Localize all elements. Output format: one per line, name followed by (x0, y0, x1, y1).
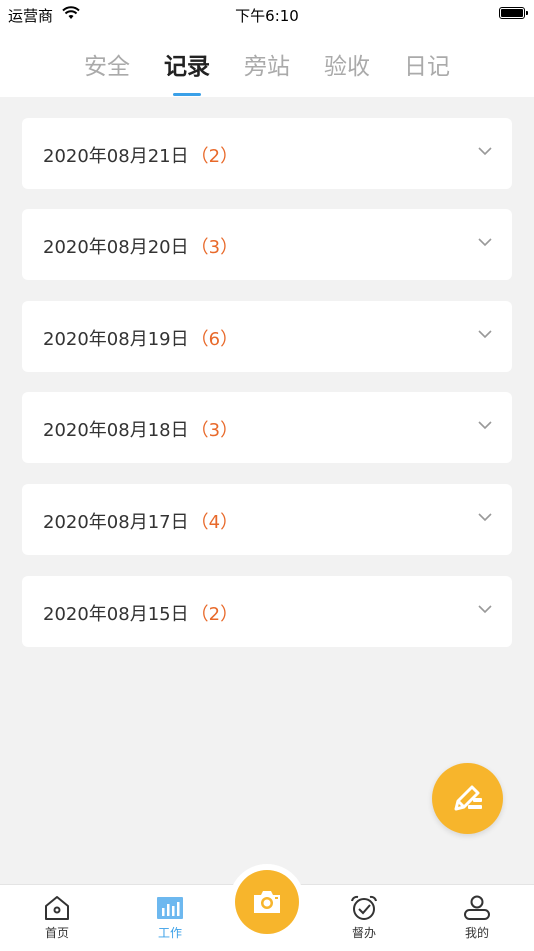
battery-icon (499, 7, 528, 19)
tab-acceptance[interactable]: 验收 (317, 47, 377, 81)
record-date-wrap: 2020年08月21日 （2） (43, 142, 238, 168)
list-item[interactable]: 2020年08月17日 （4） (22, 484, 512, 555)
chevron-down-icon (478, 147, 492, 156)
tab-safety[interactable]: 安全 (77, 47, 137, 81)
chevron-down-icon (478, 330, 492, 339)
tabbar-home[interactable]: 首页 (17, 895, 97, 941)
tab-side-station[interactable]: 旁站 (237, 47, 297, 81)
clock: 下午6:10 (235, 7, 299, 25)
chevron-down-icon (478, 513, 492, 522)
record-count: （6） (190, 329, 239, 350)
tabbar-work-label: 工作 (157, 926, 182, 940)
tabbar-work[interactable]: 工作 (130, 895, 210, 941)
tabbar-mine[interactable]: 我的 (437, 895, 517, 941)
tabbar-supervise[interactable]: 督办 (324, 895, 404, 941)
list-item[interactable]: 2020年08月19日 （6） (22, 301, 512, 372)
record-date-wrap: 2020年08月19日 （6） (43, 325, 238, 351)
chart-icon (157, 897, 183, 919)
tab-records[interactable]: 记录 (157, 47, 217, 81)
record-count: （2） (190, 146, 239, 167)
edit-icon (454, 785, 482, 811)
record-date-wrap: 2020年08月20日 （3） (43, 233, 238, 259)
record-count: （3） (190, 237, 239, 258)
tabbar-mine-label: 我的 (464, 926, 489, 940)
user-icon (464, 895, 490, 920)
record-date-wrap: 2020年08月15日 （2） (43, 600, 238, 626)
active-tab-indicator (173, 93, 201, 96)
record-date: 2020年08月21日 (43, 146, 189, 167)
alarm-clock-icon (351, 895, 377, 920)
camera-button[interactable] (235, 870, 299, 934)
record-count: （3） (190, 420, 239, 441)
record-date: 2020年08月15日 (43, 604, 189, 625)
status-bar: 运营商 下午6:10 (0, 0, 534, 30)
camera-icon (254, 891, 280, 913)
record-date: 2020年08月19日 (43, 329, 189, 350)
list-item[interactable]: 2020年08月15日 （2） (22, 576, 512, 647)
home-icon (45, 896, 69, 920)
chevron-down-icon (478, 605, 492, 614)
chevron-down-icon (478, 421, 492, 430)
tabbar-home-label: 首页 (44, 926, 69, 940)
record-count: （2） (190, 604, 239, 625)
record-date-wrap: 2020年08月18日 （3） (43, 416, 238, 442)
camera-button-wrap (229, 864, 305, 940)
record-count: （4） (190, 512, 239, 533)
tab-diary[interactable]: 日记 (397, 47, 457, 81)
list-item[interactable]: 2020年08月18日 （3） (22, 392, 512, 463)
chevron-down-icon (478, 238, 492, 247)
list-item[interactable]: 2020年08月20日 （3） (22, 209, 512, 280)
tabbar-supervise-label: 督办 (351, 926, 376, 940)
record-date: 2020年08月18日 (43, 420, 189, 441)
list-item[interactable]: 2020年08月21日 （2） (22, 118, 512, 189)
record-date: 2020年08月17日 (43, 512, 189, 533)
record-date: 2020年08月20日 (43, 237, 189, 258)
top-tabs: 安全 记录 旁站 验收 日记 (0, 30, 534, 97)
new-record-button[interactable] (432, 763, 503, 834)
record-date-wrap: 2020年08月17日 （4） (43, 508, 238, 534)
